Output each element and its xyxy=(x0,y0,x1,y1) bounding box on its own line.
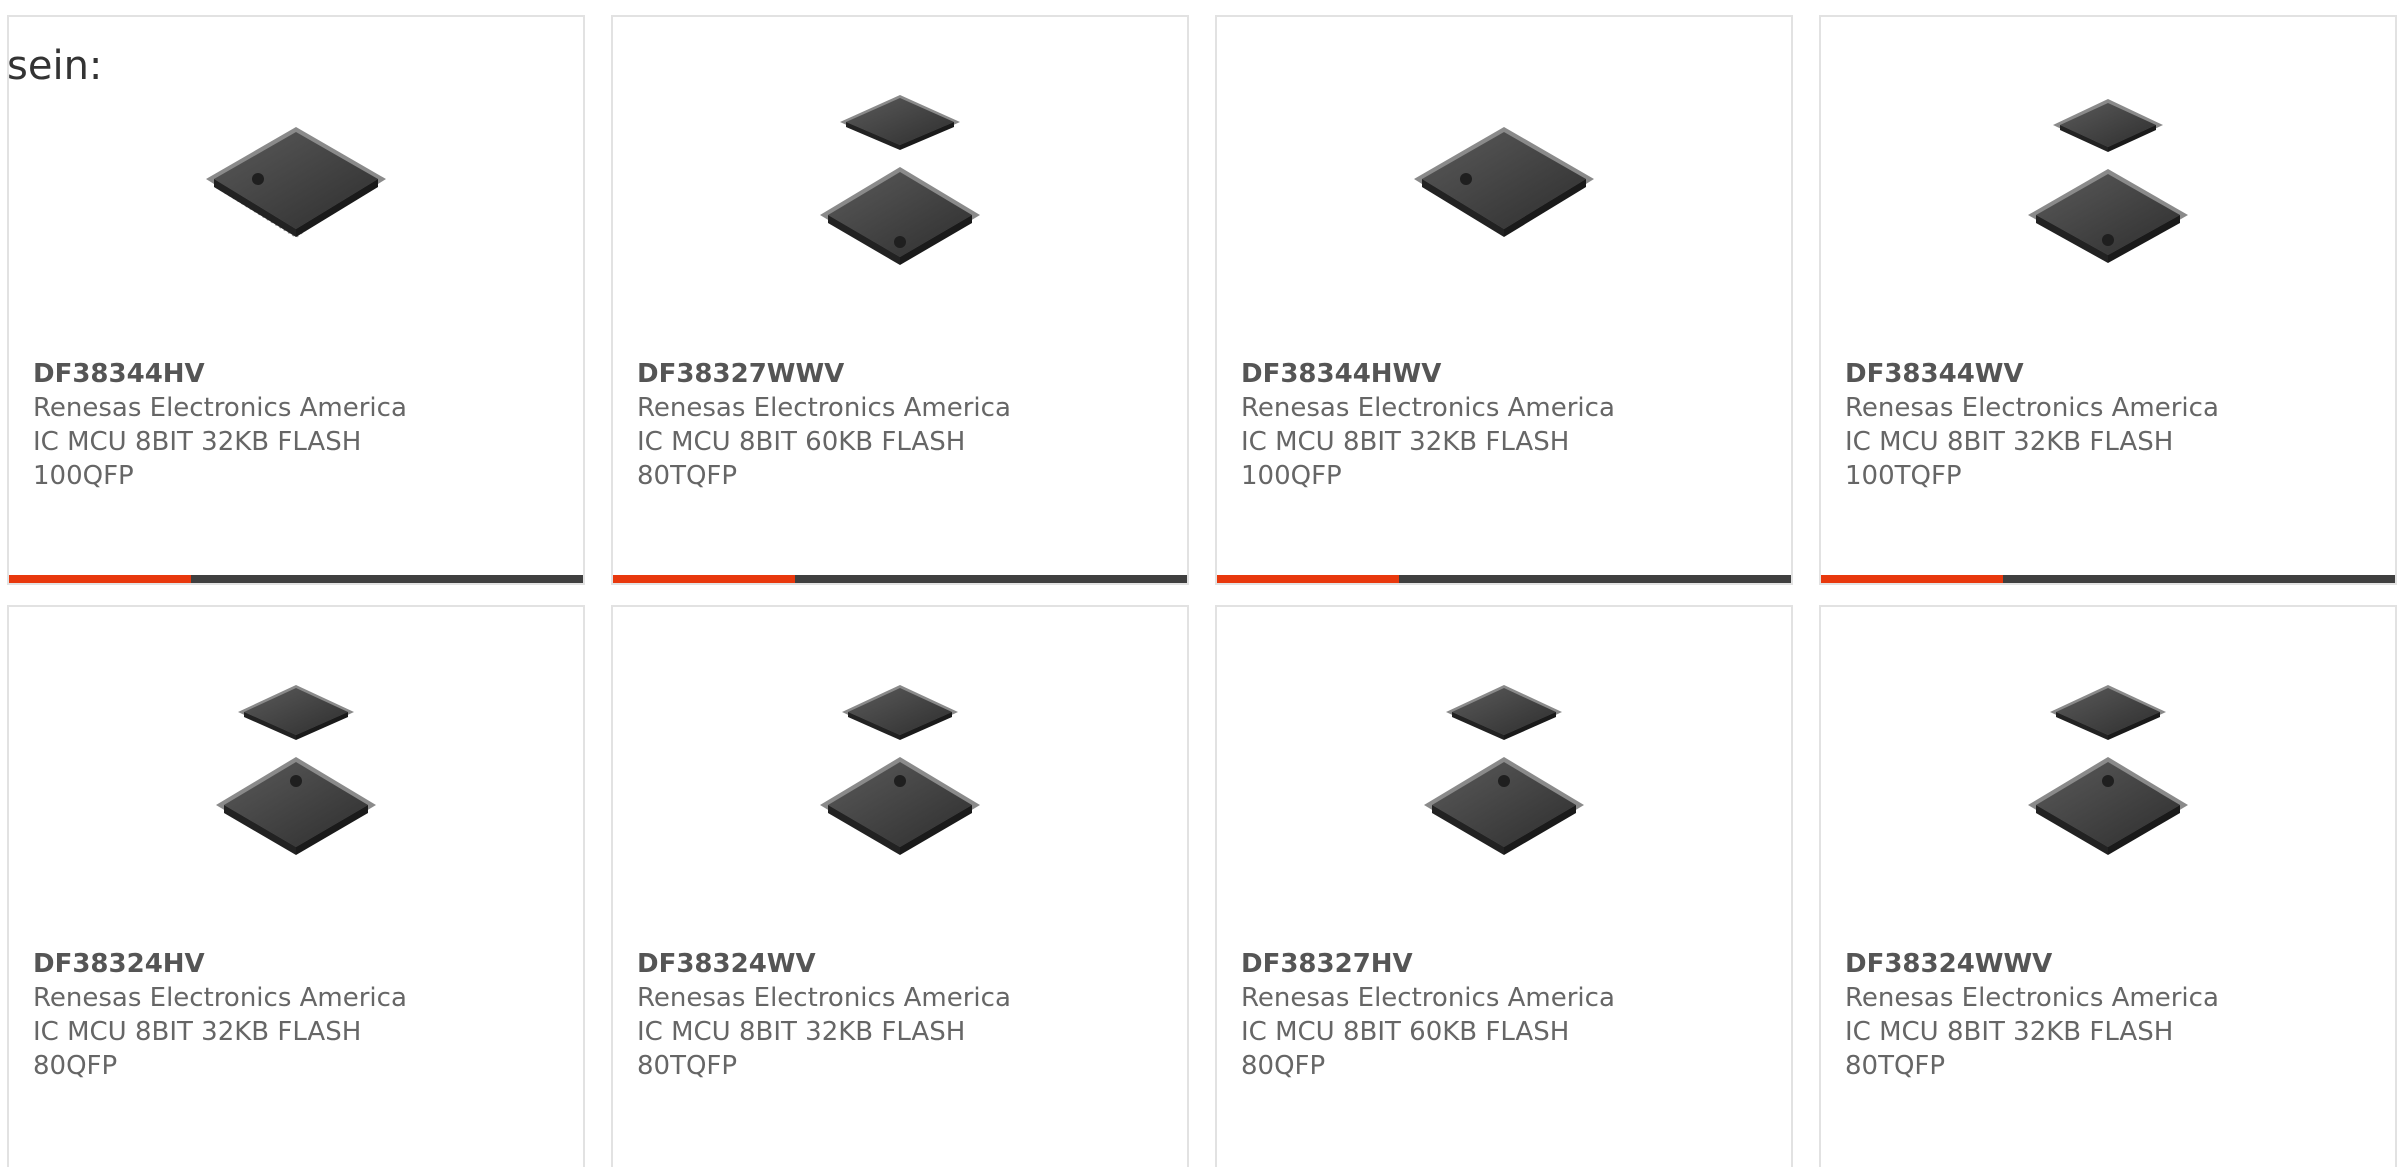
manufacturer-name: Renesas Electronics America xyxy=(637,983,1011,1013)
card-bottom-bar xyxy=(1217,575,1791,583)
manufacturer-name: Renesas Electronics America xyxy=(1845,983,2219,1013)
product-description: IC MCU 8BIT 60KB FLASH 80QFP xyxy=(1241,1017,1570,1081)
dual-qfp-chip-icon xyxy=(800,677,1000,877)
single-qfp-chip-icon xyxy=(1404,87,1604,287)
product-card[interactable]: DF38344HV Renesas Electronics America IC… xyxy=(7,15,585,585)
product-description: IC MCU 8BIT 60KB FLASH 80TQFP xyxy=(637,427,966,491)
product-description: IC MCU 8BIT 32KB FLASH 80QFP xyxy=(33,1017,362,1081)
manufacturer-name: Renesas Electronics America xyxy=(1241,393,1615,423)
product-info: DF38324WWV Renesas Electronics America I… xyxy=(1845,947,2265,1083)
product-card[interactable]: DF38327HV Renesas Electronics America IC… xyxy=(1215,605,1793,1167)
part-number-link[interactable]: DF38344HWV xyxy=(1241,357,1661,391)
manufacturer-name: Renesas Electronics America xyxy=(33,393,407,423)
part-number-link[interactable]: DF38324HV xyxy=(33,947,453,981)
card-bottom-bar xyxy=(1821,575,2395,583)
product-description: IC MCU 8BIT 32KB FLASH 100QFP xyxy=(33,427,362,491)
intro-text: sein: xyxy=(7,43,103,89)
card-accent-bar xyxy=(1821,575,2003,583)
part-number-link[interactable]: DF38324WV xyxy=(637,947,1057,981)
manufacturer-name: Renesas Electronics America xyxy=(1845,393,2219,423)
product-card[interactable]: DF38344WV Renesas Electronics America IC… xyxy=(1819,15,2397,585)
manufacturer-name: Renesas Electronics America xyxy=(33,983,407,1013)
part-number-link[interactable]: DF38324WWV xyxy=(1845,947,2265,981)
part-number-link[interactable]: DF38344HV xyxy=(33,357,453,391)
part-number-link[interactable]: DF38327WWV xyxy=(637,357,1057,391)
card-bottom-bar xyxy=(9,575,583,583)
product-description: IC MCU 8BIT 32KB FLASH 80TQFP xyxy=(637,1017,966,1081)
single-qfp-chip-icon xyxy=(196,87,396,287)
dual-qfp-chip-icon xyxy=(800,87,1000,287)
dual-qfp-chip-icon xyxy=(2008,677,2208,877)
dual-qfp-chip-icon xyxy=(1404,677,1604,877)
product-info: DF38327HV Renesas Electronics America IC… xyxy=(1241,947,1661,1083)
product-list-page: sein: DF38344HV Renesas Electronics Amer xyxy=(0,0,2400,1167)
product-card[interactable]: DF38324HV Renesas Electronics America IC… xyxy=(7,605,585,1167)
product-card[interactable]: DF38327WWV Renesas Electronics America I… xyxy=(611,15,1189,585)
product-card[interactable]: DF38324WV Renesas Electronics America IC… xyxy=(611,605,1189,1167)
product-description: IC MCU 8BIT 32KB FLASH 100QFP xyxy=(1241,427,1570,491)
card-accent-bar xyxy=(9,575,191,583)
card-bottom-bar xyxy=(613,575,1187,583)
manufacturer-name: Renesas Electronics America xyxy=(637,393,1011,423)
product-info: DF38344HWV Renesas Electronics America I… xyxy=(1241,357,1661,493)
product-description: IC MCU 8BIT 32KB FLASH 100TQFP xyxy=(1845,427,2174,491)
product-info: DF38344HV Renesas Electronics America IC… xyxy=(33,357,453,493)
dual-qfp-chip-icon xyxy=(2008,87,2208,287)
product-info: DF38324HV Renesas Electronics America IC… xyxy=(33,947,453,1083)
dual-qfp-chip-icon xyxy=(196,677,396,877)
product-card[interactable]: DF38344HWV Renesas Electronics America I… xyxy=(1215,15,1793,585)
part-number-link[interactable]: DF38344WV xyxy=(1845,357,2265,391)
card-accent-bar xyxy=(613,575,795,583)
product-info: DF38327WWV Renesas Electronics America I… xyxy=(637,357,1057,493)
product-card[interactable]: DF38324WWV Renesas Electronics America I… xyxy=(1819,605,2397,1167)
product-info: DF38344WV Renesas Electronics America IC… xyxy=(1845,357,2265,493)
part-number-link[interactable]: DF38327HV xyxy=(1241,947,1661,981)
manufacturer-name: Renesas Electronics America xyxy=(1241,983,1615,1013)
product-info: DF38324WV Renesas Electronics America IC… xyxy=(637,947,1057,1083)
card-accent-bar xyxy=(1217,575,1399,583)
product-description: IC MCU 8BIT 32KB FLASH 80TQFP xyxy=(1845,1017,2174,1081)
